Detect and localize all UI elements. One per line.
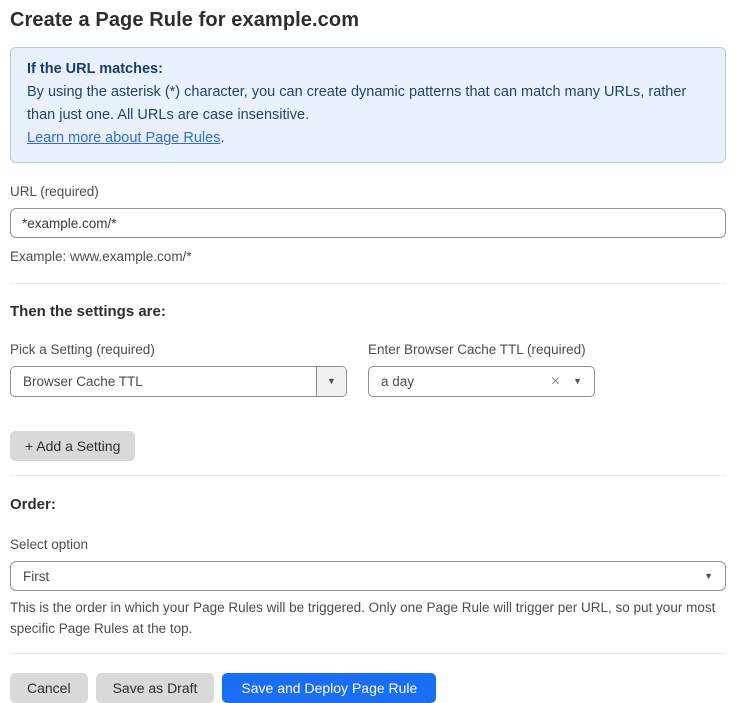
divider xyxy=(10,283,726,284)
save-as-draft-button[interactable]: Save as Draft xyxy=(96,673,215,703)
caret-down-icon: ▼ xyxy=(327,377,336,386)
order-section-heading: Order: xyxy=(10,496,726,513)
url-field-group: URL (required) Example: www.example.com/… xyxy=(10,184,726,267)
settings-section-heading: Then the settings are: xyxy=(10,303,726,320)
url-match-info-box: If the URL matches: By using the asteris… xyxy=(10,47,726,163)
info-box-body: By using the asterisk (*) character, you… xyxy=(27,81,709,127)
url-input[interactable] xyxy=(10,208,726,238)
add-setting-button[interactable]: + Add a Setting xyxy=(10,431,135,461)
ttl-picker-label: Enter Browser Cache TTL (required) xyxy=(368,342,595,357)
ttl-picker-value: a day xyxy=(369,374,551,389)
url-example-text: Example: www.example.com/* xyxy=(10,246,726,267)
order-select-value: First xyxy=(11,569,704,584)
link-suffix: . xyxy=(220,130,224,146)
ttl-picker-select[interactable]: a day × ▼ xyxy=(368,366,595,397)
settings-grid: Pick a Setting (required) Enter Browser … xyxy=(10,342,726,397)
cancel-button[interactable]: Cancel xyxy=(10,673,88,703)
info-box-heading: If the URL matches: xyxy=(27,58,709,81)
divider xyxy=(10,475,726,476)
learn-more-link[interactable]: Learn more about Page Rules xyxy=(27,130,220,146)
order-helper-text: This is the order in which your Page Rul… xyxy=(10,597,716,639)
caret-down-icon: ▼ xyxy=(704,572,713,581)
setting-picker-value: Browser Cache TTL xyxy=(11,374,316,389)
url-field-label: URL (required) xyxy=(10,184,726,199)
info-box-link-line: Learn more about Page Rules. xyxy=(27,127,709,150)
page-rule-form: Create a Page Rule for example.com If th… xyxy=(0,9,736,703)
clear-icon[interactable]: × xyxy=(551,374,560,390)
page-title: Create a Page Rule for example.com xyxy=(10,9,726,32)
order-select[interactable]: First ▼ xyxy=(10,561,726,591)
caret-down-icon: ▼ xyxy=(573,377,582,386)
save-and-deploy-button[interactable]: Save and Deploy Page Rule xyxy=(222,673,436,703)
setting-picker-label: Pick a Setting (required) xyxy=(10,342,347,357)
order-select-label: Select option xyxy=(10,537,726,552)
setting-picker-select[interactable]: Browser Cache TTL ▼ xyxy=(10,366,347,397)
setting-picker-arrow-button[interactable]: ▼ xyxy=(316,367,346,396)
form-actions: Cancel Save as Draft Save and Deploy Pag… xyxy=(10,673,726,703)
divider xyxy=(10,653,726,654)
